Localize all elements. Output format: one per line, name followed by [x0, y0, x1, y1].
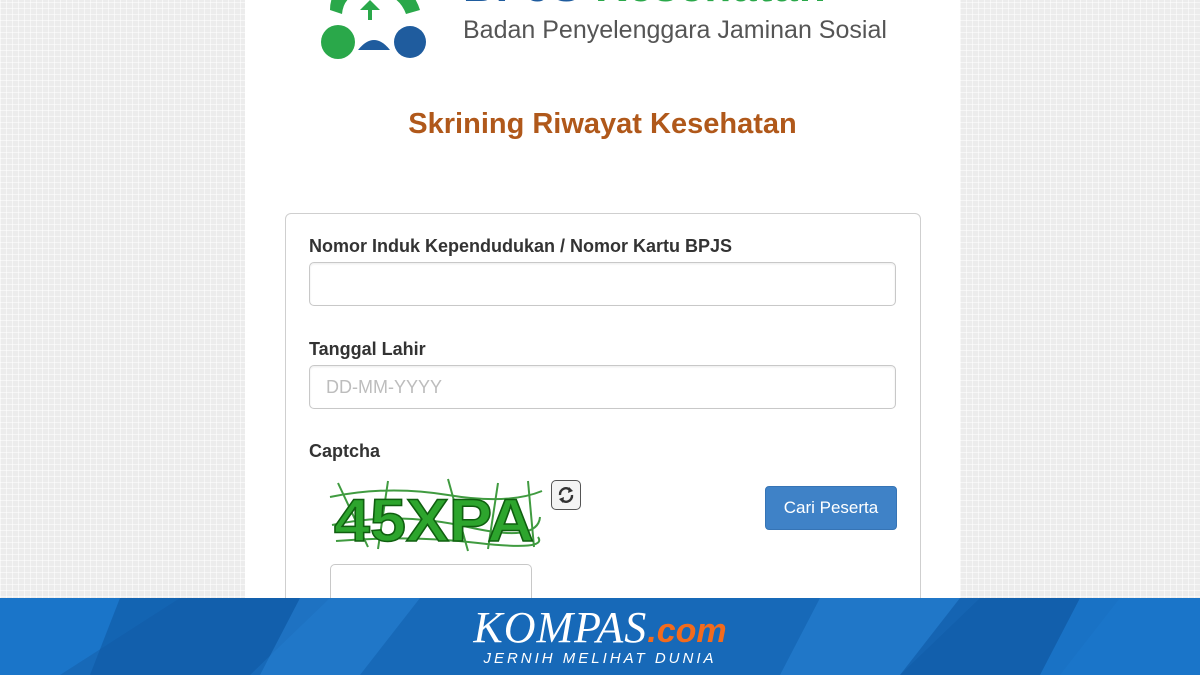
- page-container: BPJS Kesehatan Badan Penyelenggara Jamin…: [245, 0, 960, 635]
- dob-label: Tanggal Lahir: [309, 339, 426, 359]
- brand-name: BPJS Kesehatan: [463, 0, 827, 12]
- kompas-logo: KOMPAS.com: [0, 602, 1200, 653]
- refresh-icon: [558, 487, 574, 503]
- dob-input[interactable]: DD-MM-YYYY: [309, 365, 896, 409]
- kompas-logo-suffix: .com: [647, 612, 727, 650]
- captcha-text: 45XPA: [334, 487, 534, 553]
- captcha-label: Captcha: [309, 441, 381, 461]
- search-participant-button[interactable]: Cari Peserta: [765, 486, 897, 530]
- kompas-footer-banner: KOMPAS.com JERNIH MELIHAT DUNIA: [0, 598, 1200, 675]
- kompas-logo-main: KOMPAS: [473, 603, 648, 652]
- nik-label: Nomor Induk Kependudukan / Nomor Kartu B…: [309, 236, 733, 256]
- page-title: Skrining Riwayat Kesehatan: [408, 108, 797, 140]
- captcha-image: 45XPA: [328, 477, 544, 555]
- screening-form: Nomor Induk Kependudukan / Nomor Kartu B…: [285, 213, 921, 635]
- brand-header: BPJS Kesehatan Badan Penyelenggara Jamin…: [305, 0, 905, 65]
- brand-name-part2: Kesehatan: [595, 0, 827, 11]
- nik-input[interactable]: [309, 262, 896, 306]
- brand-name-part1: BPJS: [463, 0, 595, 11]
- captcha-refresh-button[interactable]: [551, 480, 581, 510]
- brand-subtitle: Badan Penyelenggara Jaminan Sosial: [463, 16, 887, 44]
- kompas-tagline: JERNIH MELIHAT DUNIA: [483, 650, 717, 667]
- bpjs-logo-icon: [321, 0, 426, 59]
